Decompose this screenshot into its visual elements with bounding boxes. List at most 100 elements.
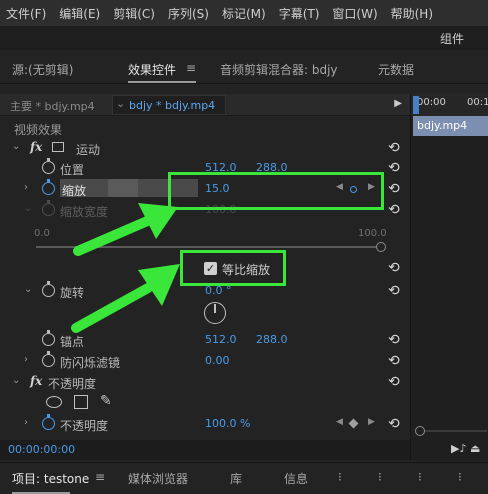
slider-min-label: 0.0	[34, 228, 50, 239]
panel-menu-icon[interactable]: ≡	[95, 470, 105, 484]
panel-tab-bar: 源:(无剪辑) 效果控件 ≡ 音频剪辑混合器: bdjy 元数据	[0, 54, 488, 84]
collapse-chevron-icon[interactable]: ⌄	[12, 141, 20, 152]
stopwatch-icon	[42, 200, 55, 216]
panel-menu-icon[interactable]: ≡	[186, 61, 196, 75]
timeline-clip[interactable]: bdjy.mp4	[413, 116, 488, 136]
menu-bar: 文件(F) 编辑(E) 剪辑(C) 序列(S) 标记(M) 字幕(T) 窗口(W…	[0, 0, 488, 26]
fx-icon[interactable]: fx	[30, 140, 42, 154]
reset-icon[interactable]: ⟲	[388, 202, 400, 218]
opacity-value[interactable]: 100.0 %	[205, 417, 250, 430]
menu-help[interactable]: 帮助(H)	[391, 5, 433, 22]
more-tabs-icon[interactable]: ⁝	[338, 470, 342, 484]
video-effects-heading: 视频效果	[14, 123, 63, 137]
workspace-bar: 组件	[0, 26, 488, 50]
scale-highlight-box	[168, 172, 384, 210]
tab-effect-controls[interactable]: 效果控件	[128, 61, 176, 78]
motion-row: ⌄ fx 运动 ⟲	[0, 138, 410, 158]
reset-icon[interactable]: ⟲	[388, 332, 400, 348]
anchor-y-value[interactable]: 288.0	[256, 333, 288, 346]
timeline-scroll-knob[interactable]	[415, 426, 425, 436]
previous-keyframe-icon[interactable]: ◀	[336, 417, 343, 427]
stopwatch-icon[interactable]	[42, 414, 55, 430]
current-timecode[interactable]: 00:00:00:00	[8, 443, 75, 456]
more-tabs-icon[interactable]: ⁝	[378, 470, 382, 484]
uniform-scale-highlight-box	[180, 250, 286, 286]
play-triangle-icon[interactable]: ▶	[394, 98, 402, 109]
more-tabs-icon[interactable]: ⁝	[418, 470, 422, 484]
timeline-ruler[interactable]: 00:00 00:1	[411, 94, 488, 116]
sequence-clip-selector[interactable]: ⌄ bdjy * bdjy.mp4	[112, 95, 226, 115]
timeline-start-time: 00:00	[417, 97, 446, 108]
collapse-chevron-icon: ⌄	[24, 203, 33, 214]
pen-mask-icon[interactable]: ✎	[100, 393, 112, 409]
anchor-x-value[interactable]: 512.0	[205, 333, 237, 346]
slider-knob[interactable]	[376, 242, 386, 252]
reset-icon[interactable]: ⟲	[388, 181, 400, 197]
expand-chevron-icon[interactable]: ›	[24, 417, 28, 428]
menu-clip[interactable]: 剪辑(C)	[113, 5, 155, 22]
stopwatch-icon[interactable]	[42, 330, 55, 346]
tab-media-browser[interactable]: 媒体浏览器	[128, 470, 188, 487]
tab-libraries[interactable]: 库	[230, 470, 242, 487]
reset-icon[interactable]: ⟲	[388, 140, 400, 156]
anti-flicker-label: 防闪烁滤镜	[60, 356, 121, 370]
opacity-row: ⌄ fx 不透明度 ⟲	[0, 372, 410, 392]
reset-icon[interactable]: ⟲	[388, 283, 400, 299]
timeline-controls[interactable]: ▶♪ ⏏	[451, 442, 480, 455]
opacity-label: 不透明度	[48, 377, 97, 391]
opacity-value-row: › 不透明度 100.0 % ◀ ▶ ⟲	[0, 414, 410, 434]
reset-icon[interactable]: ⟲	[388, 160, 400, 176]
stopwatch-icon[interactable]	[42, 179, 55, 195]
menu-title[interactable]: 字幕(T)	[279, 5, 320, 22]
fx-icon[interactable]: fx	[30, 374, 42, 388]
more-tabs-icon[interactable]: ⁝	[458, 470, 462, 484]
chevron-down-icon: ⌄	[116, 97, 126, 110]
collapse-chevron-icon[interactable]: ⌄	[24, 284, 32, 295]
timeline-clip-label: bdjy.mp4	[417, 119, 468, 132]
menu-window[interactable]: 窗口(W)	[332, 5, 377, 22]
anti-flicker-value[interactable]: 0.00	[205, 354, 230, 367]
menu-marker[interactable]: 标记(M)	[222, 5, 266, 22]
stopwatch-icon[interactable]	[42, 158, 55, 174]
stopwatch-icon[interactable]	[42, 281, 55, 297]
menu-edit[interactable]: 编辑(E)	[59, 5, 100, 22]
menu-file[interactable]: 文件(F)	[6, 5, 46, 22]
tab-project[interactable]: 项目: testone	[12, 470, 89, 487]
master-clip-label[interactable]: 主要 * bdjy.mp4	[10, 98, 95, 114]
workspace-assembly[interactable]: 组件	[440, 30, 464, 47]
reset-icon[interactable]: ⟲	[388, 260, 400, 276]
tab-info[interactable]: 信息	[284, 470, 308, 487]
timeline-scrollbar[interactable]	[417, 430, 487, 432]
stopwatch-icon[interactable]	[42, 351, 55, 367]
reset-icon[interactable]: ⟲	[388, 374, 400, 390]
playhead[interactable]	[413, 96, 419, 114]
keyframe-diamond-icon[interactable]	[348, 418, 359, 429]
tab-audio-clip-mixer[interactable]: 音频剪辑混合器: bdjy	[220, 61, 338, 78]
opacity-value-label: 不透明度	[60, 419, 109, 433]
effect-timeline: 00:00 00:1 bdjy.mp4 ▶♪ ⏏	[410, 94, 488, 460]
annotation-arrow-icon	[71, 264, 180, 333]
bottom-tab-bar: 项目: testone ≡ 媒体浏览器 库 信息 ⁝ ⁝ ⁝ ⁝	[0, 462, 488, 494]
tab-source[interactable]: 源:(无剪辑)	[12, 61, 73, 78]
active-tab-indicator	[128, 81, 196, 83]
video-effects-header: 视频效果	[0, 118, 410, 138]
current-time-bar: 00:00:00:00	[0, 440, 410, 460]
rectangle-mask-icon[interactable]	[74, 395, 88, 409]
reset-icon[interactable]: ⟲	[388, 416, 400, 432]
expand-chevron-icon[interactable]: ›	[24, 182, 28, 193]
position-label: 位置	[60, 163, 85, 177]
expand-chevron-icon[interactable]: ›	[24, 354, 28, 365]
motion-label: 运动	[76, 143, 101, 157]
next-keyframe-icon[interactable]: ▶	[368, 417, 375, 427]
collapse-chevron-icon[interactable]: ⌄	[12, 375, 20, 386]
reset-icon[interactable]: ⟲	[388, 353, 400, 369]
sequence-clip-label: bdjy * bdjy.mp4	[129, 99, 216, 112]
transform-icon[interactable]	[52, 142, 64, 152]
tab-metadata[interactable]: 元数据	[378, 61, 414, 78]
ellipse-mask-icon[interactable]	[46, 396, 62, 408]
anti-flicker-row: › 防闪烁滤镜 0.00 ⟲	[0, 351, 410, 371]
menu-sequence[interactable]: 序列(S)	[168, 5, 209, 22]
rotation-dial[interactable]	[204, 302, 226, 324]
sequence-row: 主要 * bdjy.mp4 ⌄ bdjy * bdjy.mp4 ▶	[0, 94, 410, 116]
slider-max-label: 100.0	[358, 228, 387, 239]
